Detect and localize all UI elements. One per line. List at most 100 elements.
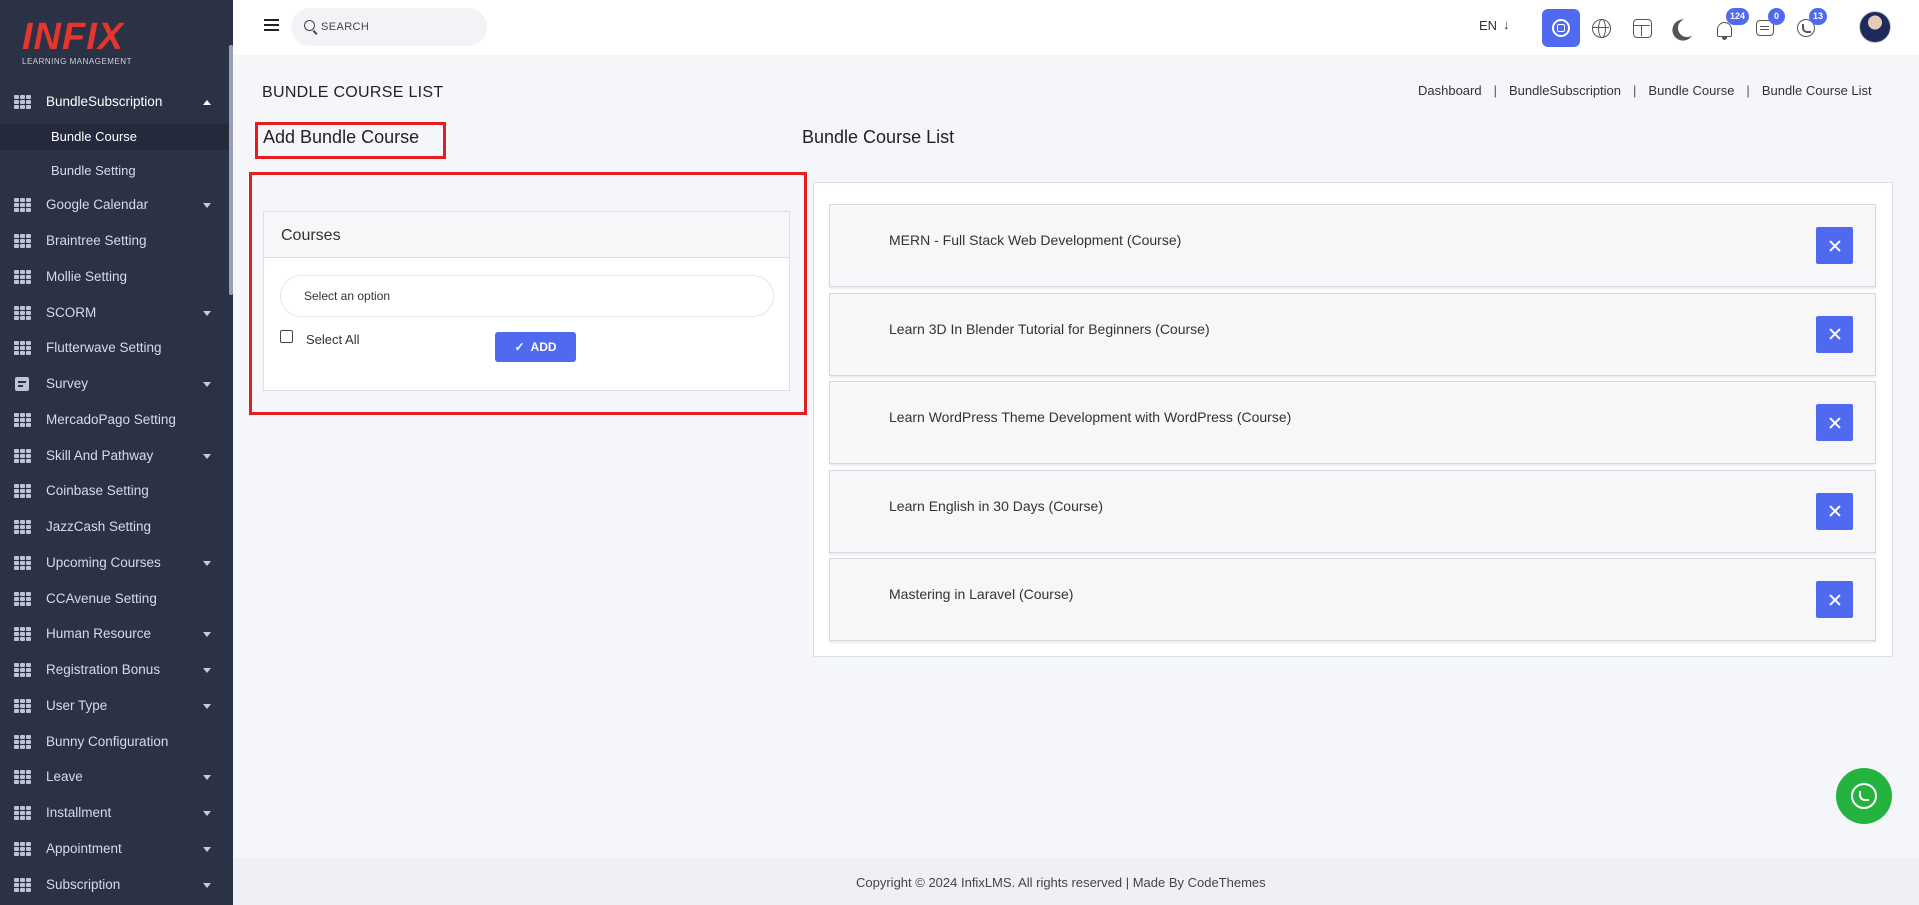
sidebar-item-bundle-setting[interactable]: Bundle Setting xyxy=(0,158,229,184)
page-title: BUNDLE COURSE LIST xyxy=(262,84,444,101)
sidebar-item-human-resource[interactable]: Human Resource xyxy=(0,620,229,648)
chip-button[interactable] xyxy=(1542,9,1580,47)
list-item: Mastering in Laravel (Course) xyxy=(829,558,1876,641)
sidebar-item-label: User Type xyxy=(46,698,108,713)
remove-course-button[interactable] xyxy=(1816,492,1853,530)
document-icon xyxy=(15,377,29,391)
sidebar-item-bundle-course[interactable]: Bundle Course xyxy=(0,124,229,150)
messages-badge: 0 xyxy=(1768,8,1785,25)
grid-icon xyxy=(14,770,31,784)
sidebar-item-scorm[interactable]: SCORM xyxy=(0,299,229,327)
logo-subtitle: LEARNING MANAGEMENT xyxy=(22,57,132,66)
search-input[interactable] xyxy=(321,18,471,36)
globe-button[interactable] xyxy=(1582,9,1620,47)
bundle-course-list-panel: MERN - Full Stack Web Development (Cours… xyxy=(813,182,1893,657)
remove-course-button[interactable] xyxy=(1816,404,1853,441)
sidebar-item-braintree-setting[interactable]: Braintree Setting xyxy=(0,227,229,255)
grid-icon xyxy=(14,878,31,892)
whatsapp-icon xyxy=(1851,783,1877,809)
list-item: Learn 3D In Blender Tutorial for Beginne… xyxy=(829,292,1876,376)
sidebar-item-upcoming-courses[interactable]: Upcoming Courses xyxy=(0,549,229,577)
moon-icon xyxy=(1678,19,1696,37)
chevron-down-icon xyxy=(203,382,211,387)
close-icon xyxy=(1829,328,1841,340)
sidebar-item-label: Subscription xyxy=(46,877,121,892)
sidebar-item-skill-and-pathway[interactable]: Skill And Pathway xyxy=(0,442,229,470)
breadcrumb-separator: | xyxy=(1493,83,1497,98)
sidebar-item-coinbase-setting[interactable]: Coinbase Setting xyxy=(0,477,229,505)
grid-icon xyxy=(14,520,31,534)
breadcrumb-separator: | xyxy=(1746,83,1750,98)
grid-icon xyxy=(14,198,31,212)
highlight-box-form xyxy=(249,172,807,415)
search-box[interactable] xyxy=(291,8,487,46)
sidebar-item-label: Mollie Setting xyxy=(46,269,128,284)
avatar[interactable] xyxy=(1859,11,1891,43)
course-name: Learn English in 30 Days (Course) xyxy=(889,497,1103,514)
sidebar-item-mollie-setting[interactable]: Mollie Setting xyxy=(0,263,229,291)
course-name: Mastering in Laravel (Course) xyxy=(889,586,1074,602)
highlight-box-title xyxy=(255,122,446,159)
sidebar-item-label: Google Calendar xyxy=(46,197,149,212)
sidebar-item-ccavenue-setting[interactable]: CCAvenue Setting xyxy=(0,585,229,613)
grid-icon xyxy=(14,699,31,713)
breadcrumb: Dashboard | BundleSubscription | Bundle Cour… xyxy=(1418,83,1872,98)
sidebar-item-mercadopago-setting[interactable]: MercadoPago Setting xyxy=(0,406,229,434)
dark-mode-button[interactable] xyxy=(1664,9,1702,47)
breadcrumb-bundle-course[interactable]: Bundle Course xyxy=(1648,83,1734,98)
language-arrow-icon[interactable]: ↓ xyxy=(1503,17,1510,32)
grid-icon xyxy=(14,270,31,284)
sidebar-item-leave[interactable]: Leave xyxy=(0,763,229,791)
layout-icon xyxy=(1632,18,1652,38)
grid-icon xyxy=(14,413,31,427)
sidebar-item-registration-bonus[interactable]: Registration Bonus xyxy=(0,656,229,684)
sidebar-item-label: Braintree Setting xyxy=(46,233,147,248)
breadcrumb-bundlesubscription[interactable]: BundleSubscription xyxy=(1509,83,1621,98)
sidebar-item-user-type[interactable]: User Type xyxy=(0,692,229,720)
grid-icon xyxy=(14,234,31,248)
layout-button[interactable] xyxy=(1623,9,1661,47)
sidebar-item-survey[interactable]: Survey xyxy=(0,370,229,398)
sidebar-item-label: CCAvenue Setting xyxy=(46,591,157,606)
chevron-up-icon xyxy=(203,100,211,105)
top-bar: EN ↓ 124 0 13 xyxy=(233,0,1919,55)
grid-icon xyxy=(14,735,31,749)
remove-course-button[interactable] xyxy=(1816,227,1853,264)
whatsapp-header-button[interactable]: 13 xyxy=(1787,8,1828,47)
sidebar-item-subscription[interactable]: Subscription xyxy=(0,871,229,899)
chevron-down-icon xyxy=(203,311,211,316)
sidebar-item-flutterwave-setting[interactable]: Flutterwave Setting xyxy=(0,334,229,362)
language-selector[interactable]: EN xyxy=(1479,18,1497,33)
sidebar-item-label: Leave xyxy=(46,769,83,784)
sidebar-item-label: Installment xyxy=(46,805,112,820)
messages-button[interactable]: 0 xyxy=(1746,8,1785,47)
sidebar-item-bundlesubscription[interactable]: BundleSubscription xyxy=(0,88,229,116)
chevron-down-icon xyxy=(203,775,211,780)
sidebar-item-google-calendar[interactable]: Google Calendar xyxy=(0,191,229,219)
remove-course-button[interactable] xyxy=(1816,581,1853,618)
close-icon xyxy=(1829,505,1841,517)
grid-icon xyxy=(14,806,31,820)
grid-icon xyxy=(14,95,31,109)
breadcrumb-dashboard[interactable]: Dashboard xyxy=(1418,83,1482,98)
remove-course-button[interactable] xyxy=(1816,315,1853,353)
sidebar-item-label: Coinbase Setting xyxy=(46,483,149,498)
menu-icon[interactable] xyxy=(264,19,279,31)
sidebar-item-label: JazzCash Setting xyxy=(46,519,152,534)
logo-text: INFIX xyxy=(22,16,125,58)
grid-icon xyxy=(14,627,31,641)
sidebar-item-label: Bundle Setting xyxy=(51,163,136,178)
notifications-button[interactable]: 124 xyxy=(1705,8,1750,47)
sidebar-item-installment[interactable]: Installment xyxy=(0,799,229,827)
close-icon xyxy=(1829,240,1841,252)
close-icon xyxy=(1829,417,1841,429)
logo[interactable]: INFIX LEARNING MANAGEMENT xyxy=(22,18,142,66)
whatsapp-badge: 13 xyxy=(1809,8,1828,25)
sidebar-scrollbar[interactable] xyxy=(229,45,233,295)
sidebar-item-bunny-configuration[interactable]: Bunny Configuration xyxy=(0,728,229,756)
sidebar-item-label: Upcoming Courses xyxy=(46,555,161,570)
list-item: MERN - Full Stack Web Development (Cours… xyxy=(829,204,1876,287)
sidebar-item-appointment[interactable]: Appointment xyxy=(0,835,229,863)
whatsapp-chat-button[interactable] xyxy=(1836,768,1892,824)
sidebar-item-jazzcash-setting[interactable]: JazzCash Setting xyxy=(0,513,229,541)
